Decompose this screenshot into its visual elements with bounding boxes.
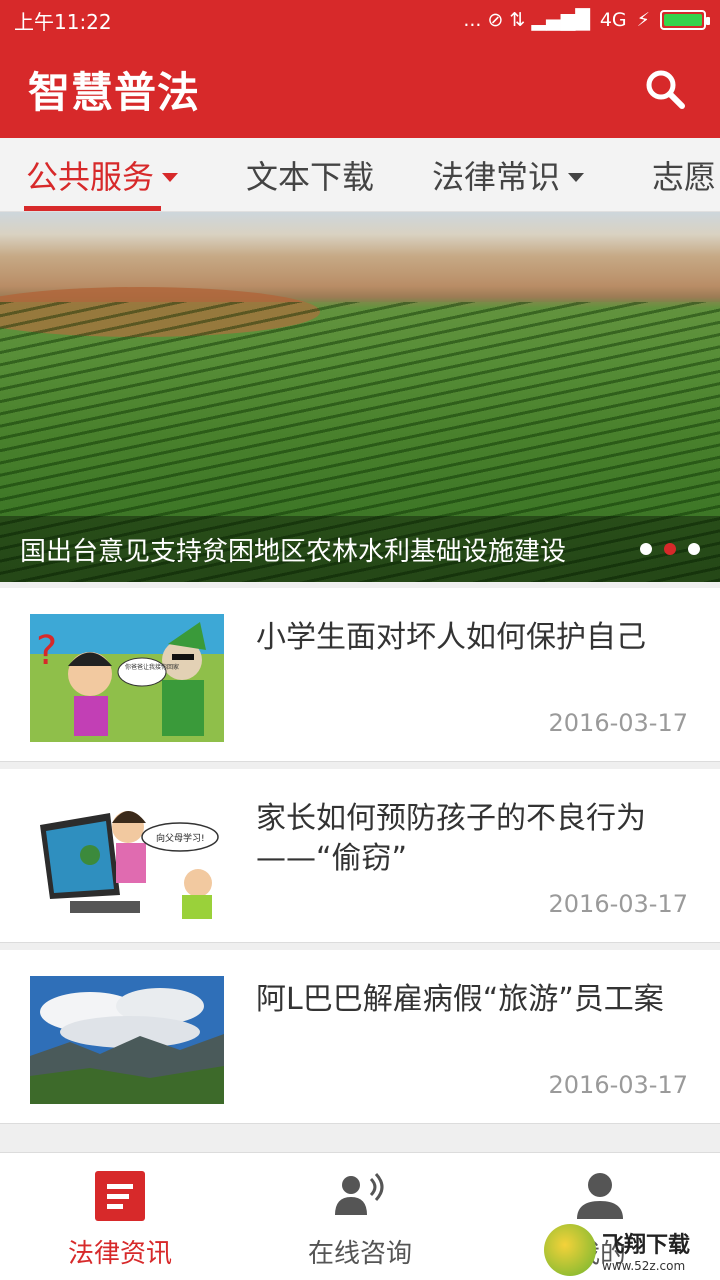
nav-label: 法律资讯 xyxy=(67,1239,172,1269)
news-date: 2016-03-17 xyxy=(548,1071,688,1099)
carousel-dot[interactable] xyxy=(640,543,652,555)
banner-carousel[interactable]: 国出台意见支持贫困地区农林水利基础设施建设 xyxy=(0,212,720,582)
status-time: 上午11:22 xyxy=(14,9,112,34)
watermark-text: 飞翔下载 www.52z.com xyxy=(602,1227,690,1273)
chevron-down-icon xyxy=(162,172,179,182)
tab-volunteer[interactable]: 志愿 xyxy=(652,138,717,211)
tab-legal-knowledge[interactable]: 法律常识 xyxy=(432,138,585,211)
cartoon-image: ? 你爸爸让我接你回家 xyxy=(30,614,224,742)
nav-online-consult[interactable]: 在线咨询 xyxy=(240,1153,480,1280)
network-type: 4G xyxy=(599,9,627,31)
news-title: 阿L巴巴解雇病假“旅游”员工案 xyxy=(256,982,664,1017)
status-indicators: ... ⊘ ⇅ ▂▄▆█ 4G ⚡ xyxy=(463,9,710,31)
news-icon xyxy=(95,1171,145,1221)
carousel-dots xyxy=(640,543,700,555)
news-item[interactable]: 向父母学习! 家长如何预防孩子的不良行为——“偷窃” 2016-03-17 xyxy=(0,769,720,943)
battery-icon xyxy=(660,10,710,30)
watermark: 飞翔下载 www.52z.com xyxy=(544,1220,720,1280)
news-thumbnail xyxy=(30,976,224,1104)
news-item[interactable]: ? 你爸爸让我接你回家 小学生面对坏人如何保护自己 2016-03-17 xyxy=(0,588,720,762)
battery-level xyxy=(664,14,702,26)
app-title: 智慧普法 xyxy=(28,67,201,117)
carousel-dot[interactable] xyxy=(688,543,700,555)
thumb-text: 向父母学习! xyxy=(156,832,205,844)
search-button[interactable] xyxy=(638,62,692,116)
banner-caption-bar: 国出台意见支持贫困地区农林水利基础设施建设 xyxy=(0,516,720,582)
svg-text:?: ? xyxy=(36,628,57,674)
watermark-main: 飞翔下载 xyxy=(602,1233,691,1258)
cartoon-image: 向父母学习! xyxy=(30,795,224,923)
charging-icon: ⚡ xyxy=(636,9,650,31)
category-tabs: 公共服务 文本下载 法律常识 志愿 xyxy=(0,138,720,212)
status-icons: ... ⊘ ⇅ ▂▄▆█ xyxy=(463,9,590,31)
nav-label: 在线咨询 xyxy=(307,1239,412,1269)
thumb-text: 你爸爸让我接你回家 xyxy=(125,663,179,671)
tab-label: 法律常识 xyxy=(432,158,561,196)
search-icon xyxy=(646,70,685,109)
status-bar: 上午11:22 ... ⊘ ⇅ ▂▄▆█ 4G ⚡ xyxy=(0,0,720,40)
tab-public-service[interactable]: 公共服务 xyxy=(26,138,179,211)
tab-active-indicator xyxy=(24,206,161,211)
chevron-down-icon xyxy=(568,172,585,182)
carousel-dot-active[interactable] xyxy=(664,543,676,555)
watermark-logo-icon xyxy=(544,1224,596,1276)
news-thumbnail: 向父母学习! xyxy=(30,795,224,923)
tab-label: 公共服务 xyxy=(26,158,155,196)
news-title: 家长如何预防孩子的不良行为——“偷窃” xyxy=(256,801,646,876)
banner-caption: 国出台意见支持贫困地区农林水利基础设施建设 xyxy=(20,536,567,567)
news-title: 小学生面对坏人如何保护自己 xyxy=(256,620,646,655)
consult-icon xyxy=(335,1172,384,1215)
news-item[interactable]: 阿L巴巴解雇病假“旅游”员工案 2016-03-17 xyxy=(0,950,720,1124)
tab-label: 文本下载 xyxy=(246,158,375,196)
tab-text-download[interactable]: 文本下载 xyxy=(246,138,375,211)
nav-legal-news[interactable]: 法律资讯 xyxy=(0,1153,240,1280)
news-thumbnail: ? 你爸爸让我接你回家 xyxy=(30,614,224,742)
news-date: 2016-03-17 xyxy=(548,709,688,737)
user-icon xyxy=(577,1173,623,1219)
app-bar: 智慧普法 xyxy=(0,40,720,138)
tab-label: 志愿 xyxy=(652,158,717,196)
mountain-photo xyxy=(30,976,224,1104)
watermark-url: www.52z.com xyxy=(602,1259,686,1273)
news-date: 2016-03-17 xyxy=(548,890,688,918)
